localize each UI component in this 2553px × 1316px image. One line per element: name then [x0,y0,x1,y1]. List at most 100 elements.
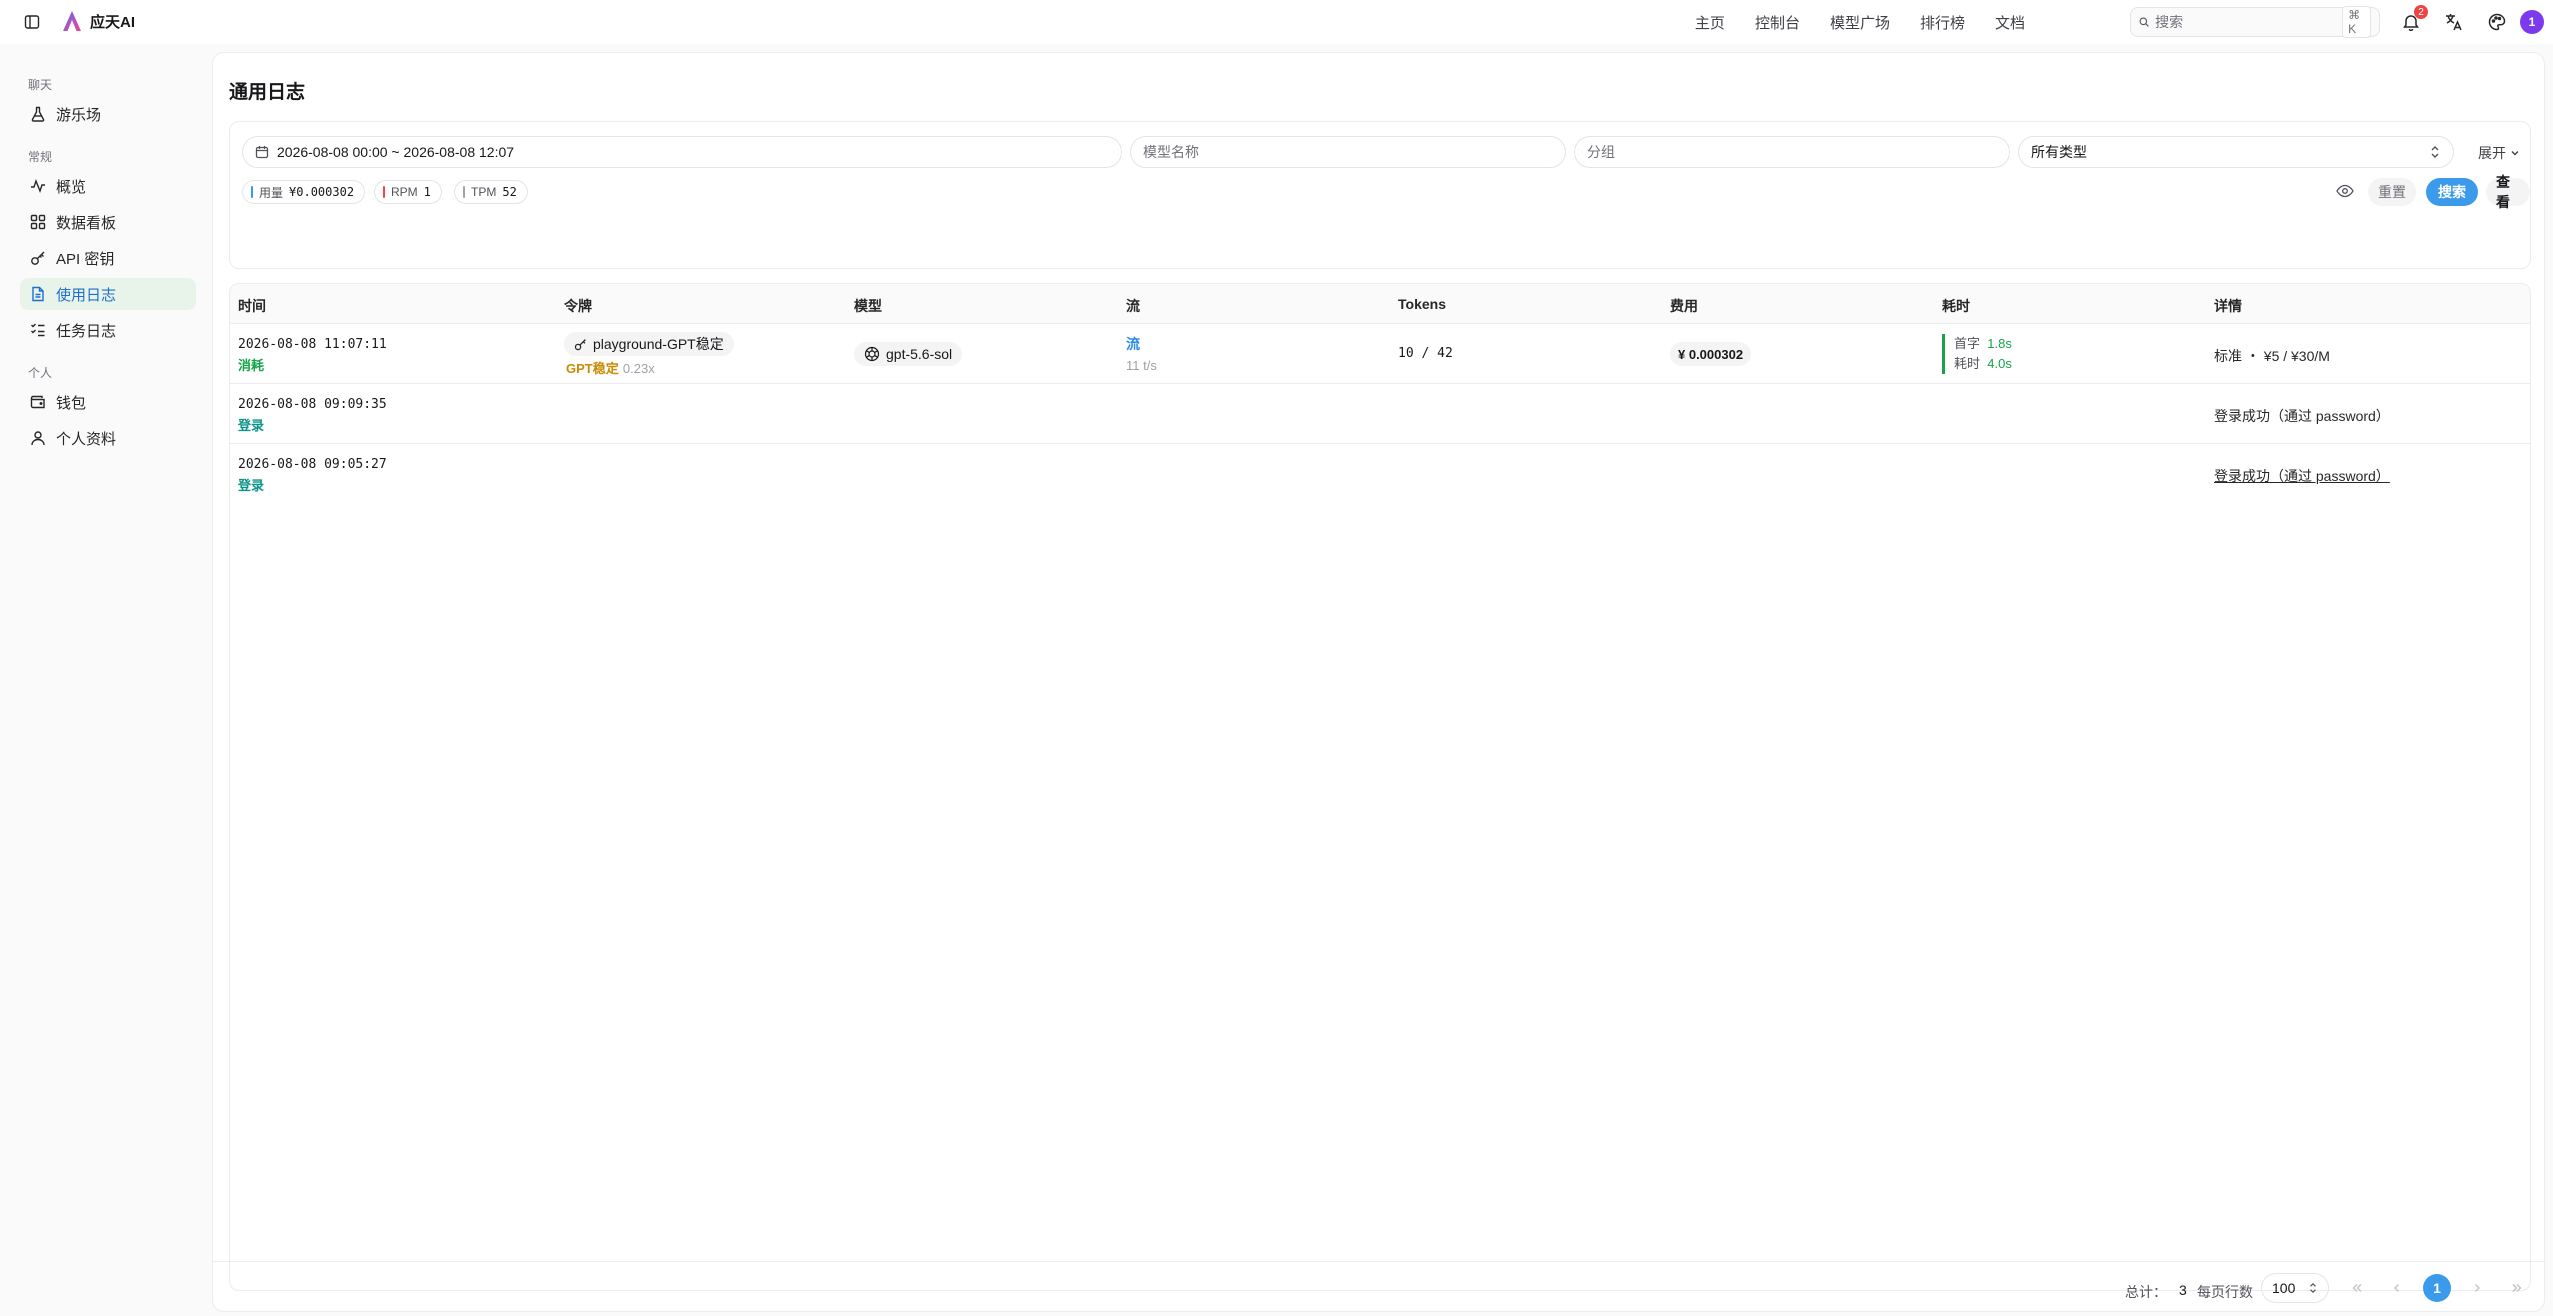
sidebar-item-label: 个人资料 [56,430,117,448]
col-cost: 费用 [1670,298,1698,314]
group-field[interactable] [1574,136,2010,168]
per-page-select[interactable]: 100 [2261,1273,2329,1303]
type-select-value: 所有类型 [2031,144,2087,160]
chevron-left-icon [2394,1284,2399,1292]
stat-value: ¥0.000302 [289,185,355,199]
chevron-right-icon [2475,1284,2480,1292]
sidebar-item-api-keys[interactable]: API 密钥 [20,242,196,274]
stat-value: 1 [423,185,431,199]
stat-bar [383,186,385,198]
group-ratio: 0.23x [622,361,655,376]
chevron-up-down-icon [2431,146,2439,158]
page-button-current[interactable]: 1 [2423,1274,2451,1302]
sidebar-group-chat: 聊天 [28,78,53,92]
date-range-picker[interactable]: 2026-08-08 00:00 ~ 2026-08-08 12:07 [242,136,1122,168]
col-token: 令牌 [564,298,592,314]
per-page-label: 每页行数 [2197,1284,2253,1300]
nav-console[interactable]: 控制台 [1755,12,1800,33]
language-button[interactable] [2443,11,2465,33]
reset-button[interactable]: 重置 [2368,178,2416,206]
sidebar-item-label: 数据看板 [56,214,117,232]
nav-ranking[interactable]: 排行榜 [1920,12,1965,33]
search-button[interactable]: 搜索 [2426,178,2478,206]
search-icon [2139,17,2149,27]
nav-docs[interactable]: 文档 [1995,12,2025,33]
stream-speed: 11 t/s [1126,358,1157,373]
global-search[interactable]: ⌘ K [2130,6,2380,38]
view-button[interactable]: 查看 [2486,174,2530,210]
notification-button[interactable]: 2 [2400,5,2428,33]
nav-home[interactable]: 主页 [1695,12,1725,33]
time-cell: 2026-08-08 11:07:11 消耗 [238,334,387,376]
chevrons-right-icon [2512,1284,2522,1292]
sidebar-item-playground[interactable]: 游乐场 [20,98,196,130]
dashboard-icon [30,214,46,230]
list-checks-icon [31,323,45,337]
col-detail: 详情 [2214,298,2242,314]
top-nav: 主页 控制台 模型广场 排行榜 文档 [1695,0,2025,44]
search-input[interactable] [2155,14,2337,30]
stat-bar [251,186,253,198]
cost-value: ¥ 0.000302 [1670,342,1752,366]
total-time-label: 耗时 [1954,356,1981,371]
first-page-button[interactable] [2343,1274,2371,1302]
total-time-value: 4.0s [1987,356,2012,371]
sidebar-toggle-icon[interactable] [22,12,42,32]
model-name-field[interactable] [1130,136,1566,168]
table-row[interactable]: 2026-08-08 09:09:35 登录 登录成功（通过 password） [230,384,2530,444]
brand[interactable]: 应天AI [62,10,135,32]
first-token-value: 1.8s [1987,336,2012,351]
col-model: 模型 [854,298,882,314]
expand-button[interactable]: 展开 [2478,143,2520,163]
key-icon [31,251,45,265]
total-count: 3 [2179,1282,2187,1298]
avatar[interactable]: 1 [2520,10,2544,34]
detail-text: 登录成功（通过 password） [2214,408,2390,424]
group-input[interactable] [1587,144,1997,160]
top-bar: 应天AI 主页 控制台 模型广场 排行榜 文档 ⌘ K 2 1 [0,0,2553,44]
sidebar-item-task-logs[interactable]: 任务日志 [20,314,196,346]
sidebar-item-label: 概览 [56,178,87,196]
filter-panel: 2026-08-08 00:00 ~ 2026-08-08 12:07 所有类型… [229,121,2531,269]
nav-models[interactable]: 模型广场 [1830,12,1890,33]
stat-bar [463,186,465,198]
stat-label: TPM [471,185,497,199]
model-name-input[interactable] [1143,144,1553,160]
last-page-button[interactable] [2503,1274,2531,1302]
model-cell: gpt-5.6-sol [854,342,963,366]
translate-icon [2446,14,2462,31]
sidebar-item-overview[interactable]: 概览 [20,170,196,202]
group-tag: GPT稳定 [566,361,619,376]
sidebar-item-dashboard[interactable]: 数据看板 [20,206,196,238]
file-text-icon [32,286,44,302]
col-stream: 流 [1126,298,1140,314]
stream-cell: 流 11 t/s [1126,334,1157,376]
sidebar-item-usage-logs[interactable]: 使用日志 [20,278,196,310]
col-time: 时间 [238,298,266,314]
detail-link[interactable]: 登录成功（通过 password） [2214,466,2390,486]
sidebar-item-label: API 密钥 [56,250,115,268]
eye-icon[interactable] [2336,184,2354,198]
model-pill[interactable]: gpt-5.6-sol [854,342,963,366]
token-cell: playground-GPT稳定 GPT稳定 0.23x [564,332,734,377]
stat-value: 52 [502,185,517,199]
prev-page-button[interactable] [2383,1274,2411,1302]
stream-flag: 流 [1126,336,1140,352]
token-pill[interactable]: playground-GPT稳定 [564,332,734,356]
app-name: 应天AI [90,13,136,31]
main-panel: 通用日志 2026-08-08 00:00 ~ 2026-08-08 12:07… [212,52,2545,1312]
table-row[interactable]: 2026-08-08 09:05:27 登录 登录成功（通过 password） [230,444,2530,504]
table-row[interactable]: 2026-08-08 11:07:11 消耗 playground-GPT稳定 … [230,324,2530,384]
stat-label: 用量 [259,185,284,200]
sidebar-item-wallet[interactable]: 钱包 [20,386,196,418]
type-select[interactable]: 所有类型 [2018,136,2454,168]
timestamp: 2026-08-08 09:09:35 [238,397,387,412]
sidebar-item-profile[interactable]: 个人资料 [20,422,196,454]
per-page-value: 100 [2272,1280,2296,1296]
sidebar-item-label: 游乐场 [56,106,102,124]
stat-rpm: RPM 1 [374,180,442,204]
next-page-button[interactable] [2463,1274,2491,1302]
theme-button[interactable] [2486,11,2508,33]
log-table: 时间 令牌 模型 流 Tokens 费用 耗时 详情 2026-08-08 11… [229,283,2531,1291]
activity-icon [31,178,45,194]
